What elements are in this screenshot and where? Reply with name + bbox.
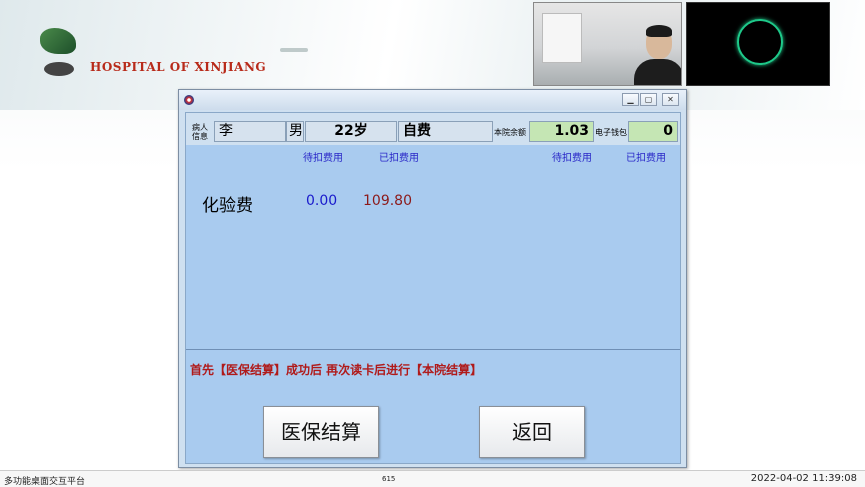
fee-name: 化验费 — [202, 196, 253, 216]
pending-fee-header: 待扣费用 — [303, 153, 343, 164]
fee-paid-amount: 109.80 — [363, 193, 412, 209]
patient-info-bar: 病人 信息 李 男 22岁 自费 本院余额 1.03 电子钱包 0 — [186, 113, 680, 145]
close-button[interactable]: ✕ — [662, 93, 679, 106]
scanner-video-feed — [686, 2, 830, 86]
minimize-button[interactable]: ▁ — [622, 93, 639, 106]
taskbar-center-text: 615 — [382, 475, 396, 483]
hospital-emblem-icon — [44, 62, 74, 76]
taskbar-app-name[interactable]: 多功能桌面交互平台 — [4, 474, 85, 487]
dialog-titlebar[interactable]: ▁ ▢ ✕ — [179, 90, 686, 110]
divider — [186, 349, 680, 350]
payment-type-field: 自费 — [398, 121, 493, 142]
ewallet-label: 电子钱包 — [595, 128, 627, 137]
settlement-dialog: ▁ ▢ ✕ 病人 信息 李 男 22岁 自费 本院余额 1.03 电子钱包 0 … — [178, 89, 687, 468]
person-hair — [646, 25, 672, 37]
insurance-settlement-button[interactable]: 医保结算 — [263, 406, 379, 458]
paid-fee-header: 已扣费用 — [379, 153, 419, 164]
age-field: 22岁 — [305, 121, 397, 142]
scanner-ring-icon — [737, 19, 783, 65]
back-button[interactable]: 返回 — [479, 406, 585, 458]
hospital-name: HOSPITAL OF XINJIANG — [90, 60, 267, 74]
patient-info-label: 病人 信息 — [192, 123, 208, 141]
hospital-balance-label: 本院余额 — [494, 128, 526, 137]
plane-icon — [280, 48, 308, 52]
person-body — [634, 59, 681, 85]
maximize-button[interactable]: ▢ — [640, 93, 657, 106]
taskbar: 多功能桌面交互平台 615 2022-04-02 11:39:08 — [0, 470, 865, 487]
patient-name-field: 李 — [214, 121, 286, 142]
taskbar-clock: 2022-04-02 11:39:08 — [750, 473, 857, 484]
gender-field: 男 — [286, 121, 304, 142]
app-icon — [184, 95, 194, 105]
dialog-content: 病人 信息 李 男 22岁 自费 本院余额 1.03 电子钱包 0 待扣费用 已… — [185, 112, 681, 464]
paid-fee-header-right: 已扣费用 — [626, 153, 666, 164]
hospital-balance-field: 1.03 — [529, 121, 594, 142]
fee-pending-amount: 0.00 — [306, 193, 338, 209]
camera-video-feed — [533, 2, 682, 86]
pending-fee-header-right: 待扣费用 — [552, 153, 592, 164]
settlement-notice: 首先【医保结算】成功后 再次读卡后进行【本院结算】 — [190, 363, 483, 377]
ewallet-balance-field: 0 — [628, 121, 678, 142]
video-window-background — [542, 13, 582, 63]
